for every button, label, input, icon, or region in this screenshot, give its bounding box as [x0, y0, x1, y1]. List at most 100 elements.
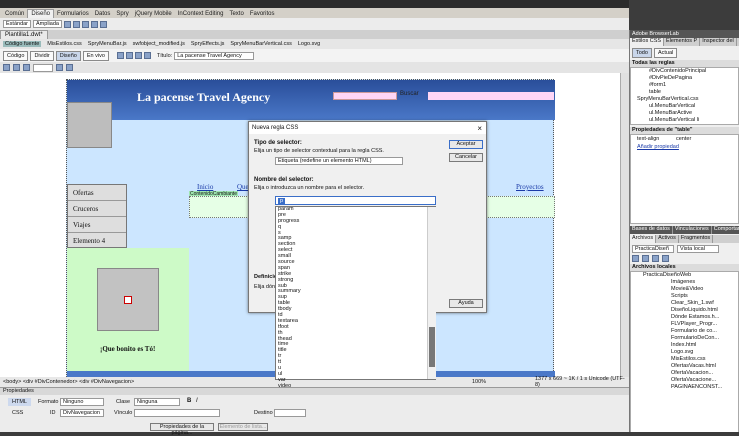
tab-spry[interactable]: Spry — [113, 10, 131, 18]
forward-icon[interactable] — [13, 64, 20, 71]
div-icon[interactable] — [72, 20, 80, 28]
put-files-icon[interactable] — [662, 255, 669, 262]
home-icon[interactable] — [23, 64, 30, 71]
vertical-scrollbar[interactable] — [620, 73, 629, 377]
file-item[interactable]: Scripts — [631, 293, 738, 300]
tab-ap-elements[interactable]: Elementos P — [664, 38, 701, 46]
tab-comun[interactable]: Común — [2, 10, 27, 18]
css-file[interactable]: SpryMenuBarVertical.css — [631, 96, 738, 103]
settings-icon[interactable] — [66, 64, 73, 71]
mode-all-button[interactable]: Todo — [632, 48, 652, 58]
layout-icon[interactable] — [81, 20, 89, 28]
selector-name-combo[interactable]: p — [275, 196, 436, 205]
menu-item[interactable]: Elemento 4 — [68, 233, 126, 249]
dropdown-scrollbar[interactable] — [427, 207, 436, 379]
tab-datos[interactable]: Datos — [92, 10, 114, 18]
tab-css-styles[interactable]: Estilos CSS — [630, 38, 665, 46]
preview-icon[interactable] — [143, 52, 151, 59]
mode-expanded[interactable]: Ampliada — [33, 20, 62, 28]
html-mode-button[interactable]: HTML — [8, 398, 31, 406]
related-file[interactable]: SpryEffects.js — [191, 41, 225, 47]
related-file[interactable]: Logo.svg — [298, 41, 320, 47]
css-rule[interactable]: ul.MenuBarVertical — [631, 103, 738, 110]
css-rule[interactable]: #form1 — [631, 82, 738, 89]
link-field[interactable] — [134, 409, 220, 417]
search-input[interactable] — [333, 92, 397, 100]
related-file[interactable]: MisEstilos.css — [47, 41, 82, 47]
class-select[interactable]: Ninguna — [134, 398, 180, 406]
tab-assets[interactable]: Activos — [656, 235, 679, 243]
view-select[interactable]: Vista local — [677, 245, 719, 253]
file-item[interactable]: Imágenes — [631, 279, 738, 286]
cancel-button[interactable]: Cancelar — [449, 153, 483, 162]
target-select[interactable] — [274, 409, 306, 417]
menu-item[interactable]: Viajes — [68, 217, 126, 233]
file-item[interactable]: MisEstilos.css — [631, 356, 738, 363]
page-properties-button[interactable]: Propiedades de la página... — [150, 423, 214, 436]
refresh-icon[interactable] — [125, 52, 133, 59]
tab-bindings[interactable]: Vinculaciones — [673, 226, 712, 234]
css-rule[interactable]: ul.MenuBarActive — [631, 110, 738, 117]
refresh-files-icon[interactable] — [642, 255, 649, 262]
file-item[interactable]: PracticaDiseñoWeb — [631, 272, 738, 279]
mode-standard[interactable]: Estándar — [3, 20, 32, 28]
frame-icon[interactable] — [90, 20, 98, 28]
ok-button[interactable]: Aceptar — [449, 140, 483, 149]
tab-incontext-editing[interactable]: InContext Editing — [175, 10, 227, 18]
file-item[interactable]: Clear_Skin_1.swf — [631, 300, 738, 307]
doc-tab-plantilla[interactable]: Plantilla1.dwt* — [0, 29, 48, 40]
related-file[interactable]: SpryMenuBar.js — [88, 41, 127, 47]
tab-inspector[interactable]: Inspector del — [700, 38, 737, 46]
live-view-button[interactable]: En vivo — [82, 50, 109, 61]
target-icon[interactable] — [56, 64, 63, 71]
tab-diseno[interactable]: Diseño — [27, 9, 55, 18]
tab-databases[interactable]: Bases de datos — [630, 226, 673, 234]
prop-value[interactable]: center — [676, 136, 691, 142]
italic-button[interactable]: I — [196, 398, 198, 404]
globe-icon[interactable] — [116, 52, 124, 59]
add-property-link[interactable]: Añadir propiedad — [637, 144, 679, 150]
menu-item[interactable]: Ofertas — [68, 185, 126, 201]
tab-formularios[interactable]: Formularios — [54, 10, 92, 18]
table-icon[interactable] — [63, 20, 71, 28]
split-view-button[interactable]: Dividir — [30, 50, 54, 61]
file-item[interactable]: OfertaVacacione... — [631, 377, 738, 384]
file-item[interactable]: Formulario de co... — [631, 328, 738, 335]
format-select[interactable]: Ninguno — [60, 398, 104, 406]
scroll-thumb[interactable] — [429, 327, 435, 367]
related-file[interactable]: swfobject_modified.js — [133, 41, 185, 47]
mode-current-button[interactable]: Actual — [653, 48, 678, 58]
tab-snippets[interactable]: Fragmentos — [679, 235, 714, 243]
nav-link[interactable]: Que — [237, 183, 249, 191]
title-field[interactable]: La pacense Travel Agency — [174, 51, 255, 60]
close-icon[interactable]: × — [477, 124, 482, 133]
search-button[interactable]: Buscar — [400, 91, 419, 97]
zoom-level[interactable]: 100% — [472, 379, 486, 385]
get-files-icon[interactable] — [652, 255, 659, 262]
back-icon[interactable] — [3, 64, 10, 71]
tag-option[interactable]: video — [276, 383, 435, 390]
css-rule[interactable]: ul.MenuBarVertical li — [631, 117, 738, 124]
connect-icon[interactable] — [632, 255, 639, 262]
tab-jquery-mobile[interactable]: jQuery Mobile — [132, 10, 175, 18]
design-view-button[interactable]: Diseño — [55, 50, 81, 61]
nav-link[interactable]: Proyectos — [516, 183, 544, 191]
file-item[interactable]: Logo.svg — [631, 349, 738, 356]
selector-type-select[interactable]: Etiqueta (redefine un elemento HTML) — [275, 157, 403, 165]
id-select[interactable]: DivNavegacion — [60, 409, 104, 417]
tab-behaviors[interactable]: Comportam — [712, 226, 739, 234]
help-button[interactable]: Ayuda — [449, 299, 483, 308]
address-field[interactable] — [33, 63, 53, 72]
tab-favoritos[interactable]: Favoritos — [247, 10, 278, 18]
css-rule[interactable]: #DivPieDePagina — [631, 75, 738, 82]
menu-item[interactable]: Cruceros — [68, 201, 126, 217]
css-rule[interactable]: table — [631, 89, 738, 96]
file-item[interactable]: Dónde Estamos.h... — [631, 314, 738, 321]
tab-files[interactable]: Archivos — [630, 235, 657, 243]
prop-name[interactable]: text-align — [637, 136, 659, 142]
file-item[interactable]: OfertaVacacion... — [631, 370, 738, 377]
inspect-icon[interactable] — [134, 52, 142, 59]
related-file[interactable]: SpryMenuBarVertical.css — [230, 41, 291, 47]
file-item[interactable]: PAGINAENCONST... — [631, 384, 738, 391]
tab-texto[interactable]: Texto — [226, 10, 246, 18]
